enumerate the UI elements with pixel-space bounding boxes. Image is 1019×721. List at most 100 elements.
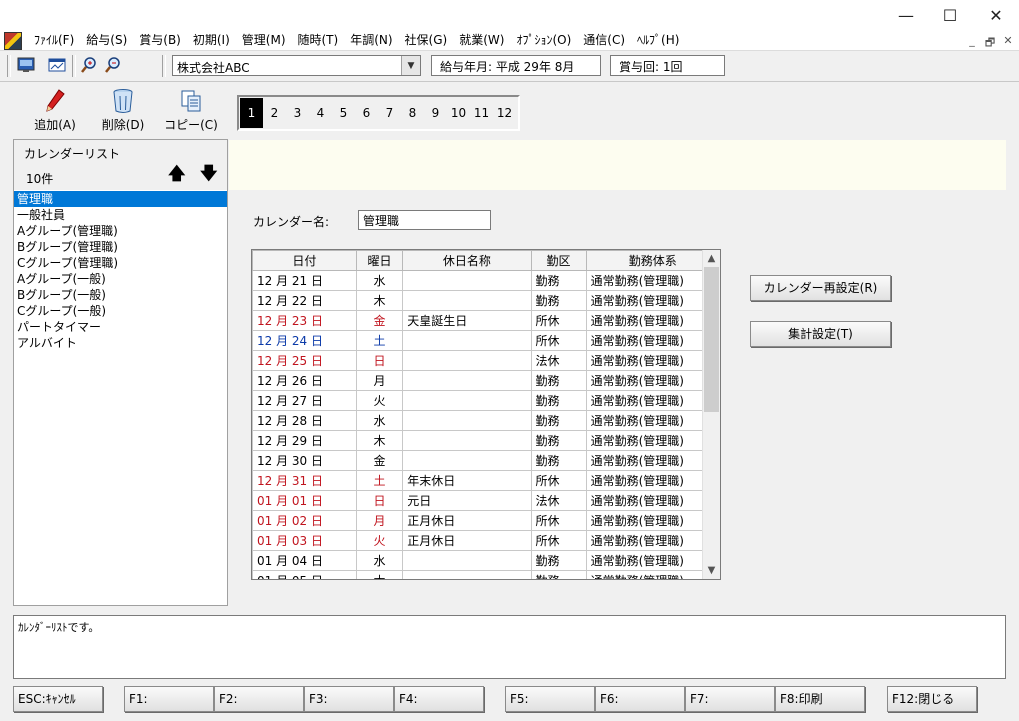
month-tab-4[interactable]: 4 <box>309 98 332 128</box>
f5-button[interactable]: F5: <box>505 686 595 712</box>
cell-work-system[interactable]: 通常勤務(管理職) <box>585 490 720 511</box>
mdi-minimize-button[interactable]: _ <box>963 34 981 48</box>
cell-kubun[interactable]: 勤務 <box>530 410 587 431</box>
month-tab-9[interactable]: 9 <box>424 98 447 128</box>
add-button[interactable]: 追加(A) <box>25 88 85 134</box>
col-work-system[interactable]: 勤務体系 <box>585 250 720 271</box>
list-item[interactable]: パートタイマー <box>14 319 227 335</box>
cell-weekday[interactable]: 火 <box>355 390 404 411</box>
menu-yearend[interactable]: 年調(N) <box>344 32 398 48</box>
mdi-close-button[interactable]: ✕ <box>999 34 1017 48</box>
cell-work-system[interactable]: 通常勤務(管理職) <box>585 430 720 451</box>
table-row[interactable]: 12 月 22 日木 勤務 通常勤務(管理職) <box>252 290 720 311</box>
cell-work-system[interactable]: 通常勤務(管理職) <box>585 330 720 351</box>
table-row[interactable]: 01 月 02 日月正月休日 所休 通常勤務(管理職) <box>252 510 720 531</box>
cell-holiday-name[interactable] <box>402 390 532 411</box>
month-tab-11[interactable]: 11 <box>470 98 493 128</box>
table-row[interactable]: 01 月 01 日日元日 法休 通常勤務(管理職) <box>252 490 720 511</box>
table-row[interactable]: 12 月 28 日水 勤務 通常勤務(管理職) <box>252 410 720 431</box>
list-item[interactable]: Aグループ(一般) <box>14 271 227 287</box>
cell-weekday[interactable]: 日 <box>355 350 404 371</box>
list-item[interactable]: Cグループ(一般) <box>14 303 227 319</box>
maximize-button[interactable]: ☐ <box>927 0 973 30</box>
table-row[interactable]: 01 月 04 日水 勤務 通常勤務(管理職) <box>252 550 720 571</box>
cell-date[interactable]: 12 月 29 日 <box>252 430 357 451</box>
cell-kubun[interactable]: 勤務 <box>530 290 587 311</box>
cell-holiday-name[interactable] <box>402 430 532 451</box>
cell-holiday-name[interactable] <box>402 370 532 391</box>
table-row[interactable]: 12 月 29 日木 勤務 通常勤務(管理職) <box>252 430 720 451</box>
cell-work-system[interactable]: 通常勤務(管理職) <box>585 290 720 311</box>
cell-kubun[interactable]: 法休 <box>530 350 587 371</box>
cell-work-system[interactable]: 通常勤務(管理職) <box>585 570 720 579</box>
menu-file[interactable]: ﾌｧｲﾙ(F) <box>28 32 80 48</box>
cell-holiday-name[interactable] <box>402 290 532 311</box>
scroll-up-icon[interactable]: ▲ <box>703 250 720 267</box>
chevron-down-icon[interactable]: ▼ <box>401 56 420 75</box>
cell-holiday-name[interactable] <box>402 450 532 471</box>
menu-work[interactable]: 就業(W) <box>453 32 510 48</box>
list-item[interactable]: 一般社員 <box>14 207 227 223</box>
table-row[interactable]: 12 月 31 日土年末休日 所休 通常勤務(管理職) <box>252 470 720 491</box>
col-holiday-name[interactable]: 休日名称 <box>402 250 532 271</box>
cell-work-system[interactable]: 通常勤務(管理職) <box>585 450 720 471</box>
cell-date[interactable]: 12 月 23 日 <box>252 310 357 331</box>
cell-holiday-name[interactable] <box>402 410 532 431</box>
table-row[interactable]: 12 月 30 日金 勤務 通常勤務(管理職) <box>252 450 720 471</box>
calendar-name-input[interactable]: 管理職 <box>358 210 491 230</box>
cell-holiday-name[interactable]: 元日 <box>402 490 532 511</box>
f6-button[interactable]: F6: <box>595 686 685 712</box>
cell-weekday[interactable]: 火 <box>355 530 404 551</box>
cell-date[interactable]: 12 月 25 日 <box>252 350 357 371</box>
cell-weekday[interactable]: 水 <box>355 410 404 431</box>
close-button[interactable]: ✕ <box>973 0 1019 30</box>
company-select[interactable]: 株式会社ABC ▼ <box>172 55 421 76</box>
cell-weekday[interactable]: 日 <box>355 490 404 511</box>
cell-holiday-name[interactable]: 年末休日 <box>402 470 532 491</box>
cell-weekday[interactable]: 金 <box>355 450 404 471</box>
cell-date[interactable]: 12 月 31 日 <box>252 470 357 491</box>
cell-holiday-name[interactable] <box>402 550 532 571</box>
list-item[interactable]: Aグループ(管理職) <box>14 223 227 239</box>
cell-kubun[interactable]: 勤務 <box>530 270 587 291</box>
cell-date[interactable]: 01 月 03 日 <box>252 530 357 551</box>
cell-holiday-name[interactable] <box>402 330 532 351</box>
zoom-in-icon[interactable] <box>80 57 98 73</box>
cell-weekday[interactable]: 木 <box>355 570 404 579</box>
list-item[interactable]: アルバイト <box>14 335 227 351</box>
cell-date[interactable]: 12 月 30 日 <box>252 450 357 471</box>
cell-holiday-name[interactable] <box>402 570 532 579</box>
cell-weekday[interactable]: 土 <box>355 470 404 491</box>
cell-date[interactable]: 12 月 21 日 <box>252 270 357 291</box>
app-icon[interactable] <box>4 32 22 50</box>
cell-kubun[interactable]: 所休 <box>530 310 587 331</box>
cell-kubun[interactable]: 勤務 <box>530 430 587 451</box>
month-tab-5[interactable]: 5 <box>332 98 355 128</box>
cell-work-system[interactable]: 通常勤務(管理職) <box>585 530 720 551</box>
cell-date[interactable]: 12 月 22 日 <box>252 290 357 311</box>
cell-work-system[interactable]: 通常勤務(管理職) <box>585 310 720 331</box>
menu-salary[interactable]: 給与(S) <box>80 32 133 48</box>
table-row[interactable]: 12 月 21 日水 勤務 通常勤務(管理職) <box>252 270 720 291</box>
copy-button[interactable]: コピー(C) <box>161 88 221 134</box>
cell-holiday-name[interactable]: 正月休日 <box>402 530 532 551</box>
scroll-thumb[interactable] <box>704 267 719 412</box>
month-tab-3[interactable]: 3 <box>286 98 309 128</box>
cell-kubun[interactable]: 所休 <box>530 510 587 531</box>
cell-work-system[interactable]: 通常勤務(管理職) <box>585 410 720 431</box>
cell-weekday[interactable]: 月 <box>355 370 404 391</box>
cell-date[interactable]: 12 月 28 日 <box>252 410 357 431</box>
menu-social[interactable]: 社保(G) <box>399 32 454 48</box>
cell-kubun[interactable]: 所休 <box>530 530 587 551</box>
cell-kubun[interactable]: 勤務 <box>530 390 587 411</box>
cell-work-system[interactable]: 通常勤務(管理職) <box>585 470 720 491</box>
cell-kubun[interactable]: 勤務 <box>530 450 587 471</box>
minimize-button[interactable]: — <box>883 0 929 30</box>
cell-work-system[interactable]: 通常勤務(管理職) <box>585 270 720 291</box>
f4-button[interactable]: F4: <box>394 686 484 712</box>
cell-date[interactable]: 01 月 02 日 <box>252 510 357 531</box>
cell-kubun[interactable]: 所休 <box>530 330 587 351</box>
f2-button[interactable]: F2: <box>214 686 304 712</box>
menu-option[interactable]: ｵﾌﾟｼｮﾝ(O) <box>510 32 577 48</box>
month-tab-2[interactable]: 2 <box>263 98 286 128</box>
